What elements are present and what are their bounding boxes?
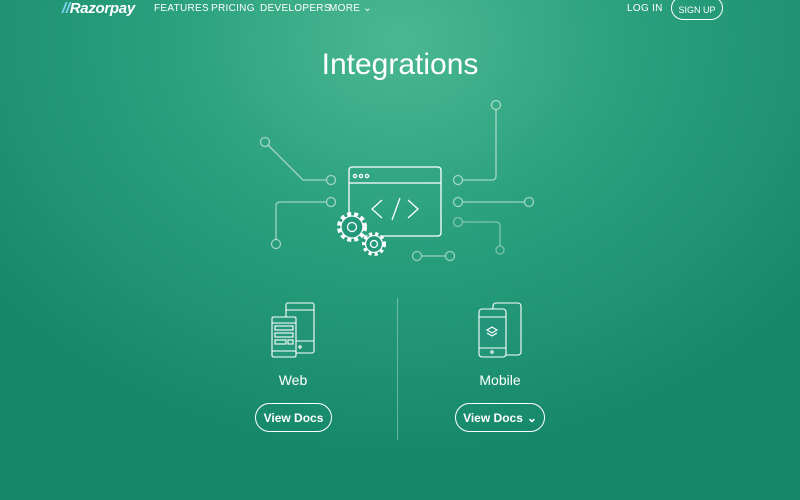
mobile-label: Mobile bbox=[479, 372, 521, 388]
web-view-docs-label: View Docs bbox=[263, 410, 324, 425]
web-devices-icon bbox=[271, 302, 315, 358]
web-view-docs-button[interactable]: View Docs bbox=[255, 403, 332, 432]
mobile-view-docs-label: View Docs bbox=[463, 410, 523, 425]
divider bbox=[397, 298, 398, 440]
mobile-devices-icon bbox=[478, 302, 522, 358]
chevron-down-icon: ⌄ bbox=[526, 410, 537, 425]
web-label: Web bbox=[278, 372, 308, 388]
gears-icon bbox=[337, 212, 386, 256]
mobile-view-docs-button[interactable]: View Docs ⌄ bbox=[455, 403, 545, 432]
integrations-illustration bbox=[259, 99, 535, 358]
